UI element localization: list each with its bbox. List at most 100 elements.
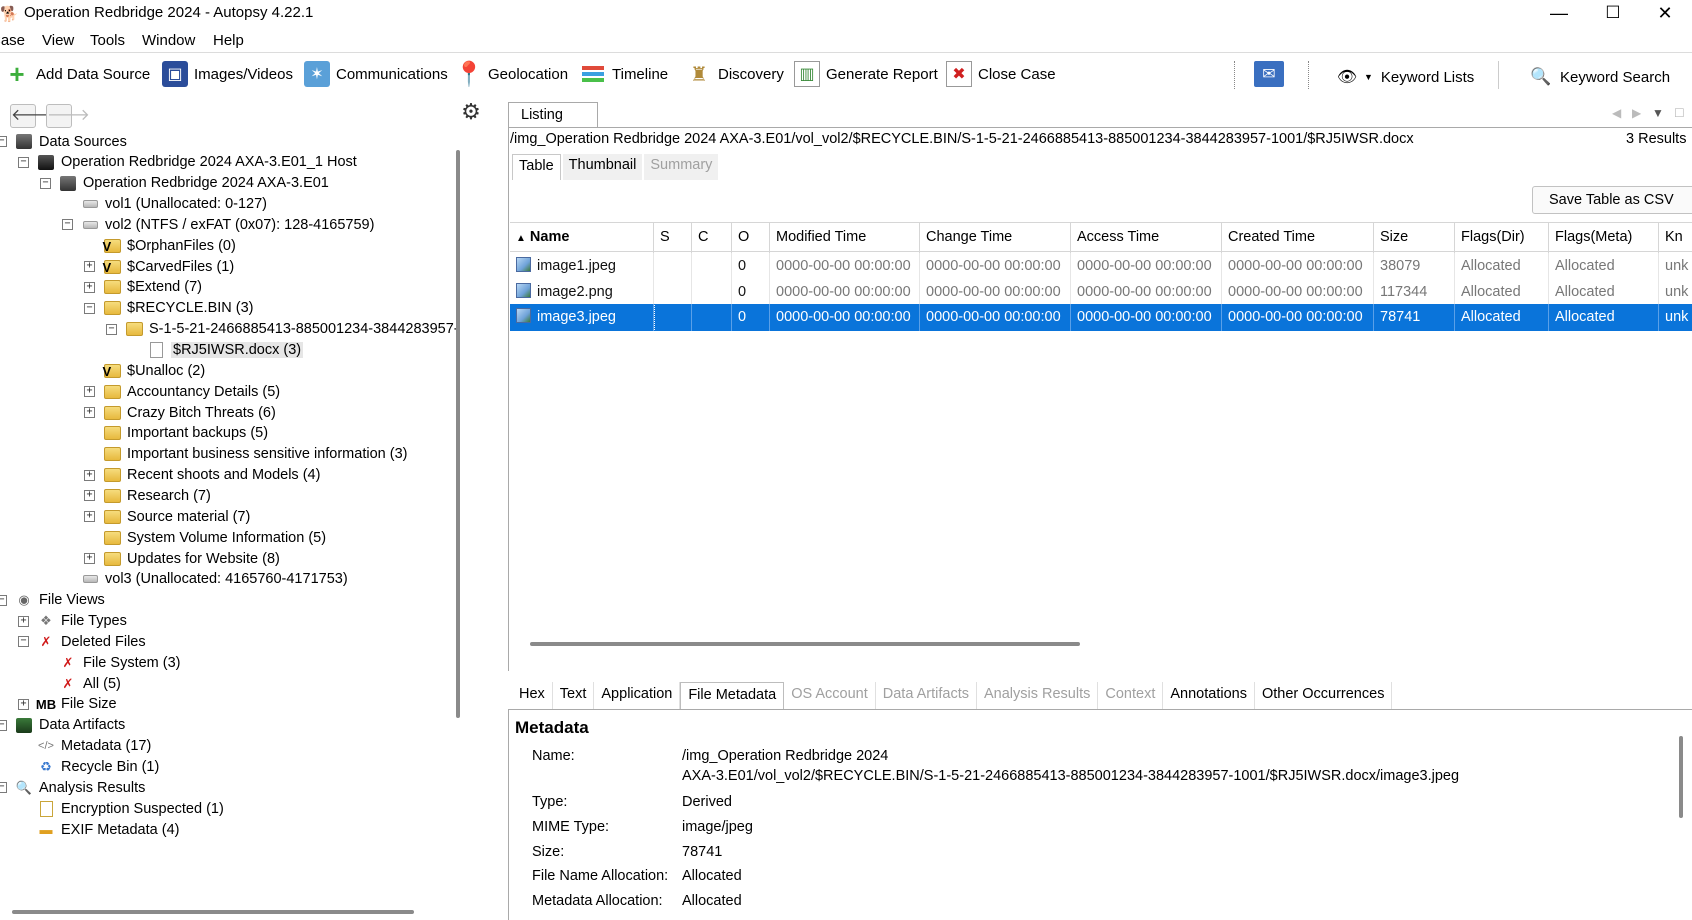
save-table-csv-button[interactable]: Save Table as CSV <box>1532 186 1692 214</box>
tree-node[interactable]: ▬ EXIF Metadata (4) <box>18 819 180 840</box>
menu-view[interactable]: View <box>42 32 74 49</box>
tree-node[interactable]: </> Metadata (17) <box>18 736 151 757</box>
expand-icon[interactable]: + <box>84 490 95 502</box>
tree-node[interactable]: ♻ Recycle Bin (1) <box>18 757 159 778</box>
tree-node[interactable]: − $RECYCLE.BIN (3) <box>84 298 254 319</box>
collapse-icon[interactable]: − <box>0 719 7 731</box>
close-case-button[interactable]: ✖ Close Case <box>946 59 1056 89</box>
tree-node[interactable]: $RJ5IWSR.docx (3) <box>128 340 304 361</box>
tree-node[interactable]: + $Extend (7) <box>84 277 202 298</box>
tree-node[interactable]: + MB File Size <box>18 694 117 715</box>
collapse-icon[interactable]: − <box>0 594 7 606</box>
collapse-icon[interactable]: − <box>106 323 117 335</box>
tree-node[interactable]: vol1 (Unallocated: 0-127) <box>62 194 267 215</box>
menu-help[interactable]: Help <box>213 32 244 49</box>
expand-icon[interactable]: + <box>84 469 95 481</box>
tree-node[interactable]: + Accountancy Details (5) <box>84 381 280 402</box>
tree-node[interactable]: vol3 (Unallocated: 4165760-4171753) <box>62 569 348 590</box>
expand-icon[interactable]: + <box>18 615 29 627</box>
tree-node[interactable]: − vol2 (NTFS / exFAT (0x07): 128-4165759) <box>62 214 374 235</box>
tree-node[interactable]: + Crazy Bitch Threats (6) <box>84 402 276 423</box>
collapse-icon[interactable]: − <box>0 136 7 147</box>
tree-node[interactable]: Important business sensitive information… <box>84 444 407 465</box>
tab-summary[interactable]: Summary <box>644 154 719 180</box>
tree-node[interactable]: + Recent shoots and Models (4) <box>84 465 320 486</box>
expand-icon[interactable]: + <box>18 698 29 710</box>
expand-icon[interactable]: + <box>84 407 95 419</box>
column-header-name[interactable]: ▲ Name <box>510 223 654 253</box>
collapse-icon[interactable]: − <box>18 636 29 648</box>
tree-node[interactable]: − ✗ Deleted Files <box>18 631 146 652</box>
tab-other-occurrences[interactable]: Other Occurrences <box>1255 682 1393 710</box>
column-header-change-time[interactable]: Change Time <box>920 223 1071 253</box>
metadata-vertical-scrollbar[interactable] <box>1679 736 1683 818</box>
column-header-access-time[interactable]: Access Time <box>1071 223 1222 253</box>
tab-thumbnail[interactable]: Thumbnail <box>562 154 643 180</box>
tree-settings-button[interactable]: ⚙ <box>458 100 484 126</box>
communications-button[interactable]: ✶ Communications <box>304 59 448 89</box>
tree-node[interactable]: V $Unalloc (2) <box>84 360 206 381</box>
tree-node[interactable]: − Data Sources <box>0 131 127 152</box>
tree-node[interactable]: − S-1-5-21-2466885413-885001234-384428395… <box>106 319 459 340</box>
tab-listing[interactable]: Listing <box>508 102 598 128</box>
inbox-button[interactable]: ✉ <box>1254 59 1290 89</box>
tree-node[interactable]: + Research (7) <box>84 485 211 506</box>
table-horizontal-scrollbar[interactable] <box>530 642 1080 646</box>
expand-icon[interactable]: + <box>84 511 95 523</box>
tree-node[interactable]: ✗ File System (3) <box>40 652 181 673</box>
tree-node[interactable]: − 🔍 Analysis Results <box>0 777 145 798</box>
tab-hex[interactable]: Hex <box>512 682 553 710</box>
expand-icon[interactable]: + <box>84 553 95 564</box>
tree-node[interactable]: + Source material (7) <box>84 506 250 527</box>
column-header-created-time[interactable]: Created Time <box>1222 223 1374 253</box>
tree-node[interactable]: − Data Artifacts <box>0 715 125 736</box>
tree-node[interactable]: + V $CarvedFiles (1) <box>84 256 234 277</box>
minimize-button[interactable]: — <box>1532 0 1586 28</box>
menu-case[interactable]: Case <box>0 32 25 49</box>
maximize-panel-icon[interactable]: ☐ <box>1674 106 1685 120</box>
timeline-button[interactable]: Timeline <box>580 59 668 89</box>
generate-report-button[interactable]: ▥ Generate Report <box>794 59 938 89</box>
tree-node[interactable]: + Updates for Website (8) <box>84 548 280 569</box>
maximize-button[interactable]: ☐ <box>1586 0 1640 28</box>
menu-tools[interactable]: Tools <box>90 32 125 49</box>
tab-file-metadata[interactable]: File Metadata <box>680 682 785 710</box>
keyword-search-button[interactable]: 🔍 Keyword Search <box>1528 62 1670 92</box>
table-row[interactable]: image2.png 0 0000-00-00 00:00:00 0000-00-00… <box>510 278 1692 306</box>
back-button[interactable]: 🡐 <box>10 104 54 128</box>
tab-annotations[interactable]: Annotations <box>1163 682 1255 710</box>
tab-scroll-left-icon[interactable]: ◀ <box>1612 106 1621 120</box>
tree-node[interactable]: − Operation Redbridge 2024 AXA-3.E01_1 Ho… <box>18 152 357 173</box>
tree-horizontal-scrollbar[interactable] <box>12 910 414 914</box>
tree-node[interactable]: Important backups (5) <box>84 423 268 444</box>
geolocation-button[interactable]: 📍 Geolocation <box>454 59 568 89</box>
table-row[interactable]: image1.jpeg 0 0000-00-00 00:00:00 0000-00-0… <box>510 253 1692 280</box>
column-header-known[interactable]: Kn <box>1659 223 1692 253</box>
tree-node[interactable]: V $OrphanFiles (0) <box>84 235 236 256</box>
collapse-icon[interactable]: − <box>84 302 95 314</box>
tab-application[interactable]: Application <box>594 682 681 710</box>
tree-vertical-scrollbar[interactable] <box>456 150 460 718</box>
column-header-flags-dir[interactable]: Flags(Dir) <box>1455 223 1549 253</box>
collapse-icon[interactable]: − <box>18 156 29 168</box>
discovery-button[interactable]: ♜ Discovery <box>686 59 784 89</box>
tab-text[interactable]: Text <box>553 682 595 710</box>
add-data-source-button[interactable]: + Add Data Source <box>4 59 150 89</box>
column-header-c[interactable]: C <box>692 223 732 253</box>
column-header-modified-time[interactable]: Modified Time <box>770 223 920 253</box>
close-window-button[interactable]: ✕ <box>1638 0 1692 28</box>
tab-data-artifacts[interactable]: Data Artifacts <box>876 682 977 710</box>
expand-icon[interactable]: + <box>84 261 95 273</box>
menu-window[interactable]: Window <box>142 32 195 49</box>
images-videos-button[interactable]: ▣ Images/Videos <box>162 59 293 89</box>
tree-node[interactable]: System Volume Information (5) <box>84 527 326 548</box>
tree-node[interactable]: + ❖ File Types <box>18 611 127 632</box>
tab-os-account[interactable]: OS Account <box>784 682 876 710</box>
tab-table[interactable]: Table <box>512 154 561 180</box>
column-header-o[interactable]: O <box>732 223 770 253</box>
tree-node[interactable]: Encryption Suspected (1) <box>18 798 224 819</box>
column-header-flags-meta[interactable]: Flags(Meta) <box>1549 223 1659 253</box>
expand-icon[interactable]: + <box>84 386 95 398</box>
tree-node[interactable]: − ◉ File Views <box>0 590 105 611</box>
tree-node[interactable]: − Operation Redbridge 2024 AXA-3.E01 <box>40 173 329 194</box>
